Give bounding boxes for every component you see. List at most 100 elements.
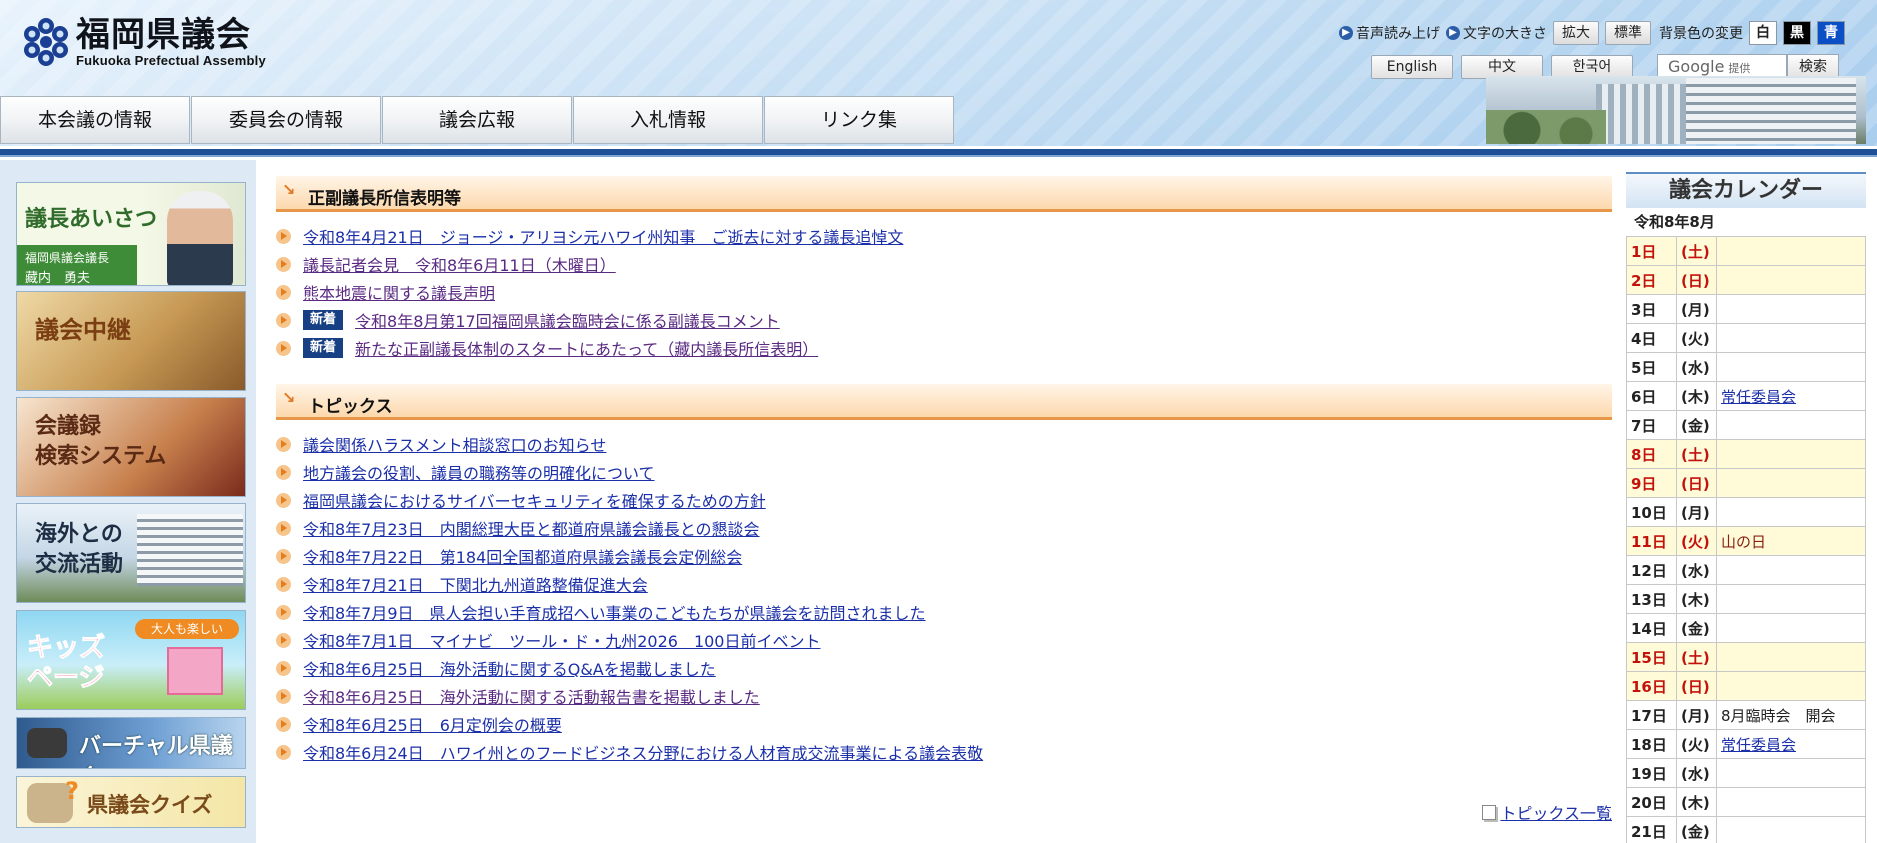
topic-link[interactable]: 令和8年7月21日 下関北九州道路整備促進大会 — [303, 572, 648, 596]
binoculars-icon — [27, 728, 67, 758]
statement-link[interactable]: 熊本地震に関する議長声明 — [303, 280, 495, 304]
statement-link[interactable]: 新たな正副議長体制のスタートにあたって（藏内議長所信表明） — [355, 336, 818, 360]
calendar-event-link[interactable]: 常任委員会 — [1721, 736, 1796, 754]
calendar-event-cell — [1716, 497, 1866, 527]
bgcolor-label: 背景色の変更 — [1659, 26, 1743, 42]
list-item: 地方議会の役割、議員の職務等の明確化について — [276, 458, 983, 486]
nav-bidding[interactable]: 入札情報 — [573, 96, 763, 144]
calendar-row: 4日 (火) — [1626, 323, 1866, 353]
bg-black-button[interactable]: 黒 — [1783, 21, 1811, 45]
minutes-search-banner[interactable]: 会議録 検索システム — [16, 397, 246, 497]
nav-committee[interactable]: 委員会の情報 — [191, 96, 381, 144]
calendar-event-cell — [1716, 613, 1866, 643]
topic-link[interactable]: 令和8年7月9日 県人会担い手育成招へい事業のこどもたちが県議会を訪問されました — [303, 600, 926, 624]
calendar-event-cell — [1716, 352, 1866, 382]
calendar-row: 9日 (日) — [1626, 468, 1866, 498]
calendar-event-cell: 8月臨時会 開会 — [1716, 700, 1866, 730]
list-item: 令和8年6月25日 海外活動に関する活動報告書を掲載しました — [276, 682, 983, 710]
calendar-weekday: (土) — [1676, 642, 1717, 672]
calendar-day: 13日 — [1626, 584, 1677, 614]
live-broadcast-label: 議会中継 — [35, 316, 131, 344]
calendar-day: 11日 — [1626, 526, 1677, 556]
calendar-event-cell — [1716, 555, 1866, 585]
calendar-weekday: (火) — [1676, 323, 1717, 353]
bullet-arrow-icon — [276, 228, 291, 244]
calendar-day: 4日 — [1626, 323, 1677, 353]
international-exchange-banner[interactable]: 海外との 交流活動 — [16, 503, 246, 603]
statement-link[interactable]: 令和8年4月21日 ジョージ・アリヨシ元ハワイ州知事 ご逝去に対する議長追悼文 — [303, 224, 903, 248]
calendar-row: 1日 (土) — [1626, 236, 1866, 266]
new-badge: 新着 — [303, 310, 344, 330]
nav-plenary[interactable]: 本会議の情報 — [0, 96, 190, 144]
calendar-event-cell — [1716, 468, 1866, 498]
topic-link[interactable]: 令和8年7月22日 第184回全国都道府県議会議長会定例総会 — [303, 544, 742, 568]
nav-links[interactable]: リンク集 — [764, 96, 954, 144]
calendar-day: 6日 — [1626, 381, 1677, 411]
calendar-event-link[interactable]: 常任委員会 — [1721, 388, 1796, 406]
arrow-right-icon: ▶ — [1446, 26, 1460, 40]
calendar-weekday: (金) — [1676, 816, 1717, 843]
bullet-arrow-icon — [276, 604, 291, 620]
topic-link[interactable]: 令和8年6月25日 海外活動に関する活動報告書を掲載しました — [303, 684, 760, 708]
statements-list: 令和8年4月21日 ジョージ・アリヨシ元ハワイ州知事 ご逝去に対する議長追悼文 … — [276, 222, 903, 362]
calendar-weekday: (木) — [1676, 584, 1717, 614]
google-placeholder: Google — [1668, 57, 1725, 76]
topic-link[interactable]: 令和8年6月25日 海外活動に関するQ&Aを掲載しました — [303, 656, 716, 680]
chair-name: 藏内 勇夫 — [25, 271, 91, 286]
nav-public-relations[interactable]: 議会広報 — [382, 96, 572, 144]
statement-link[interactable]: 令和8年8月第17回福岡県議会臨時会に係る副議長コメント — [355, 308, 780, 332]
calendar-event-cell — [1716, 816, 1866, 843]
chair-greeting-banner[interactable]: 議長あいさつ 福岡県議会議長 藏内 勇夫 — [16, 182, 246, 286]
calendar-row: 8日 (土) — [1626, 439, 1866, 469]
topic-link[interactable]: 令和8年6月24日 ハワイ州とのフードビジネス分野における人材育成交流事業による… — [303, 740, 983, 764]
topics-more: トピックス一覧 — [1482, 800, 1612, 824]
calendar-event-cell — [1716, 758, 1866, 788]
calendar-day: 20日 — [1626, 787, 1677, 817]
assembly-calendar: 議会カレンダー 令和8年8月 1日 (土) 2日 (日) 3日 (月) 4日 (火) 5日 (水)… — [1626, 172, 1866, 843]
calendar-day: 3日 — [1626, 294, 1677, 324]
site-logo[interactable]: 福岡県議会 Fukuoka Prefectual Assembly — [20, 12, 266, 72]
chair-greeting-title: 議長あいさつ — [25, 207, 158, 232]
calendar-row: 7日 (金) — [1626, 410, 1866, 440]
chair-role: 福岡県議会議長 — [25, 251, 110, 265]
calendar-title: 議会カレンダー — [1626, 172, 1866, 208]
bg-white-button[interactable]: 白 — [1749, 21, 1777, 45]
topic-link[interactable]: 令和8年7月1日 マイナビ ツール・ド・九州2026 100日前イベント — [303, 628, 820, 652]
speech-link[interactable]: ▶ 音声読み上げ — [1339, 23, 1440, 43]
topic-link[interactable]: 福岡県議会におけるサイバーセキュリティを確保するための方針 — [303, 488, 766, 512]
list-item: 福岡県議会におけるサイバーセキュリティを確保するための方針 — [276, 486, 983, 514]
calendar-day: 19日 — [1626, 758, 1677, 788]
bg-blue-button[interactable]: 青 — [1817, 21, 1845, 45]
calendar-month: 令和8年8月 — [1634, 213, 1715, 231]
header-divider — [0, 146, 1877, 160]
topic-link[interactable]: 令和8年6月25日 6月定例会の概要 — [303, 712, 562, 736]
calendar-row: 11日 (火) 山の日 — [1626, 526, 1866, 556]
calendar-weekday: (月) — [1676, 294, 1717, 324]
assembly-quiz-banner[interactable]: ? 県議会クイズ — [16, 776, 246, 828]
topic-link[interactable]: 令和8年7月23日 内閣総理大臣と都道府県議会議長との懇談会 — [303, 516, 760, 540]
topic-link[interactable]: 地方議会の役割、議員の職務等の明確化について — [303, 460, 655, 484]
calendar-event-cell — [1716, 294, 1866, 324]
topics-more-link[interactable]: トピックス一覧 — [1500, 800, 1612, 824]
bullet-arrow-icon — [276, 576, 291, 592]
bullet-arrow-icon — [276, 436, 291, 452]
site-header: 福岡県議会 Fukuoka Prefectual Assembly ▶ 音声読み… — [0, 0, 1877, 146]
calendar-weekday: (木) — [1676, 787, 1717, 817]
bullet-arrow-icon — [276, 492, 291, 508]
virtual-assembly-banner[interactable]: バーチャル県議会 — [16, 717, 246, 769]
live-broadcast-banner[interactable]: 議会中継 — [16, 291, 246, 391]
global-nav: 本会議の情報 委員会の情報 議会広報 入札情報 リンク集 — [0, 96, 955, 144]
lang-english-button[interactable]: English — [1371, 55, 1453, 79]
topic-link[interactable]: 議会関係ハラスメント相談窓口のお知らせ — [303, 432, 606, 456]
statement-link[interactable]: 議長記者会見 令和8年6月11日（木曜日） — [303, 252, 616, 276]
list-item: 令和8年6月25日 海外活動に関するQ&Aを掲載しました — [276, 654, 983, 682]
calendar-event-cell — [1716, 410, 1866, 440]
document-icon — [1482, 804, 1497, 820]
list-item: 令和8年7月22日 第184回全国都道府県議会議長会定例総会 — [276, 542, 983, 570]
font-standard-button[interactable]: 標準 — [1605, 21, 1651, 45]
calendar-day: 15日 — [1626, 642, 1677, 672]
bullet-arrow-icon — [276, 312, 291, 328]
font-enlarge-button[interactable]: 拡大 — [1553, 21, 1599, 45]
bullet-arrow-icon — [276, 660, 291, 676]
kids-page-banner[interactable]: 大人も楽しい キッズ ページ — [16, 610, 246, 710]
